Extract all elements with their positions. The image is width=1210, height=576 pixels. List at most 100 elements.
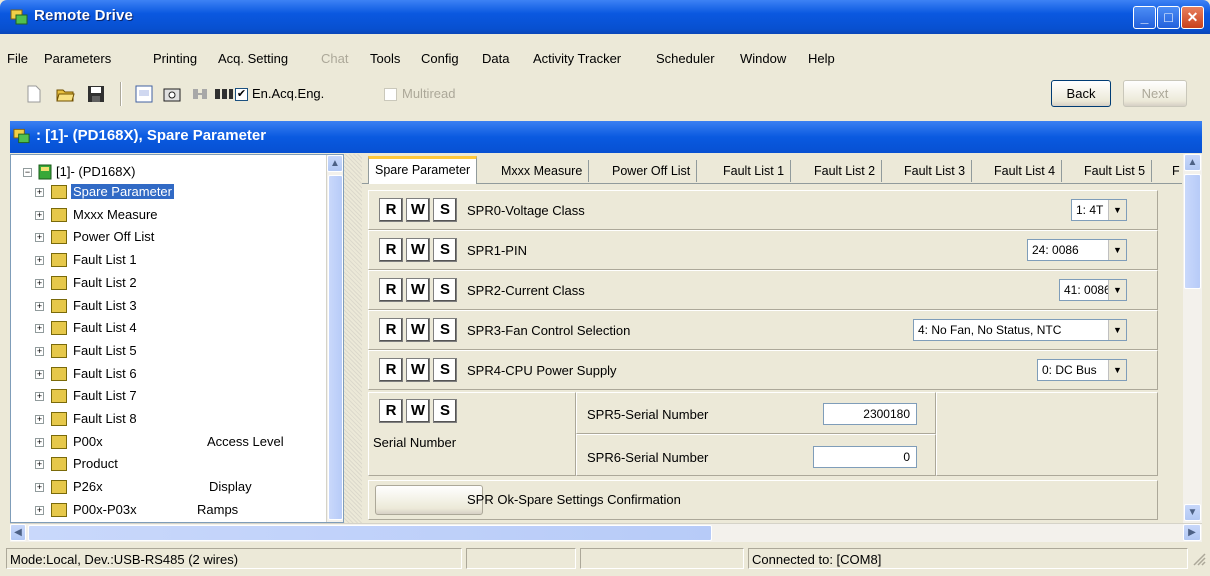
- param-row-spr4: R W S SPR4-CPU Power Supply 0: DC Bus ▼: [368, 350, 1158, 390]
- read-button[interactable]: R: [379, 358, 403, 382]
- expand-icon[interactable]: +: [35, 346, 44, 356]
- menu-scheduler[interactable]: Scheduler: [656, 51, 715, 66]
- tree-vertical-scrollbar[interactable]: ▲: [326, 155, 343, 522]
- param-select[interactable]: 41: 0086 ▼: [1059, 279, 1127, 301]
- save-button[interactable]: S: [433, 198, 457, 222]
- expand-icon[interactable]: +: [35, 256, 44, 266]
- status-connected: Connected to: [COM8]: [748, 548, 1188, 569]
- expand-icon[interactable]: +: [35, 392, 44, 402]
- minimize-button[interactable]: _: [1133, 6, 1156, 29]
- write-button[interactable]: W: [406, 358, 430, 382]
- new-file-icon[interactable]: [24, 84, 44, 104]
- main-vertical-scrollbar[interactable]: ▲ ▼: [1183, 154, 1202, 523]
- back-button[interactable]: Back: [1051, 80, 1111, 107]
- menu-acq-setting[interactable]: Acq. Setting: [218, 51, 288, 66]
- tree-item-label: Fault List 5: [73, 342, 137, 358]
- scroll-left-icon[interactable]: ◀: [10, 524, 26, 541]
- chevron-down-icon[interactable]: ▼: [1108, 200, 1126, 220]
- horizontal-scrollbar[interactable]: ◀ ▶: [10, 523, 1202, 542]
- tab-fault-list-4[interactable]: Fault List 4: [988, 160, 1063, 182]
- connect-all-icon[interactable]: [214, 84, 234, 104]
- save-button[interactable]: S: [433, 238, 457, 262]
- en-acq-eng-checkbox[interactable]: ✔: [235, 88, 248, 101]
- read-button[interactable]: R: [379, 278, 403, 302]
- scroll-thumb[interactable]: [1184, 174, 1201, 289]
- write-button[interactable]: W: [406, 198, 430, 222]
- read-button[interactable]: R: [379, 399, 403, 423]
- scroll-thumb[interactable]: [28, 525, 712, 541]
- spr5-field[interactable]: 2300180: [823, 403, 917, 425]
- chevron-down-icon[interactable]: ▼: [1108, 280, 1126, 300]
- save-disk-icon[interactable]: [86, 84, 106, 104]
- menu-help[interactable]: Help: [808, 51, 835, 66]
- connect-icon[interactable]: [190, 84, 210, 104]
- param-label: SPR0-Voltage Class: [467, 203, 585, 218]
- menu-config[interactable]: Config: [421, 51, 459, 66]
- param-row-spr1: R W S SPR1-PIN 24: 0086 ▼: [368, 230, 1158, 270]
- write-button[interactable]: W: [406, 278, 430, 302]
- expand-icon[interactable]: +: [35, 369, 44, 379]
- read-button[interactable]: R: [379, 238, 403, 262]
- chevron-down-icon[interactable]: ▼: [1108, 360, 1126, 380]
- expand-icon[interactable]: +: [35, 460, 44, 470]
- menu-activity-tracker[interactable]: Activity Tracker: [533, 51, 621, 66]
- save-button[interactable]: S: [433, 399, 457, 423]
- pane-splitter[interactable]: [344, 154, 362, 523]
- status-pane-empty-2: [580, 548, 744, 569]
- camera-icon[interactable]: [162, 84, 182, 104]
- expand-icon[interactable]: +: [35, 188, 44, 197]
- chevron-down-icon[interactable]: ▼: [1108, 320, 1126, 340]
- save-button[interactable]: S: [433, 318, 457, 342]
- tab-fault-list-3[interactable]: Fault List 3: [898, 160, 973, 182]
- scroll-down-icon[interactable]: ▼: [1184, 504, 1201, 521]
- expand-icon[interactable]: +: [35, 301, 44, 311]
- expand-icon[interactable]: +: [35, 278, 44, 288]
- tab-fault-list-5[interactable]: Fault List 5: [1078, 160, 1153, 182]
- open-folder-icon[interactable]: [55, 84, 75, 104]
- read-button[interactable]: R: [379, 318, 403, 342]
- menu-parameters[interactable]: Parameters: [44, 51, 111, 66]
- scroll-up-icon[interactable]: ▲: [327, 155, 343, 172]
- scroll-up-icon[interactable]: ▲: [1184, 154, 1201, 171]
- write-button[interactable]: W: [406, 238, 430, 262]
- write-button[interactable]: W: [406, 318, 430, 342]
- param-select[interactable]: 1: 4T ▼: [1071, 199, 1127, 221]
- tab-fault-list-1[interactable]: Fault List 1: [717, 160, 792, 182]
- spr6-field[interactable]: 0: [813, 446, 917, 468]
- multiread-label: Multiread: [402, 86, 456, 101]
- param-select[interactable]: 4: No Fan, No Status, NTC ▼: [913, 319, 1127, 341]
- param-select[interactable]: 0: DC Bus ▼: [1037, 359, 1127, 381]
- expand-icon[interactable]: +: [35, 505, 44, 515]
- expand-icon[interactable]: +: [35, 483, 44, 493]
- maximize-button[interactable]: □: [1157, 6, 1180, 29]
- menu-printing[interactable]: Printing: [153, 51, 197, 66]
- save-button[interactable]: S: [433, 358, 457, 382]
- grid-icon[interactable]: [134, 84, 154, 104]
- resize-grip-icon[interactable]: [1192, 552, 1206, 566]
- menu-window[interactable]: Window: [740, 51, 786, 66]
- child-window-titlebar[interactable]: : [1]- (PD168X), Spare Parameter: [10, 121, 1202, 153]
- menu-data[interactable]: Data: [482, 51, 509, 66]
- window-titlebar[interactable]: Remote Drive _ □ ✕: [0, 0, 1210, 34]
- expand-icon[interactable]: +: [35, 210, 44, 220]
- scroll-thumb[interactable]: [328, 175, 343, 520]
- save-button[interactable]: S: [433, 278, 457, 302]
- tab-fault-list-2[interactable]: Fault List 2: [808, 160, 883, 182]
- close-button[interactable]: ✕: [1181, 6, 1204, 29]
- expand-icon[interactable]: +: [35, 415, 44, 424]
- expand-icon[interactable]: +: [35, 437, 44, 447]
- menu-file[interactable]: File: [7, 51, 28, 66]
- tree-panel: − [1]- (PD168X) + Spare Parameter + Mxxx Me…: [10, 154, 344, 523]
- tab-mxxx-measure[interactable]: Mxxx Measure: [495, 160, 590, 182]
- read-button[interactable]: R: [379, 198, 403, 222]
- expand-icon[interactable]: +: [35, 233, 44, 243]
- tab-power-off-list[interactable]: Power Off List: [606, 160, 698, 182]
- tab-spare-parameter[interactable]: Spare Parameter: [368, 156, 478, 184]
- scroll-right-icon[interactable]: ▶: [1183, 524, 1201, 541]
- param-select[interactable]: 24: 0086 ▼: [1027, 239, 1127, 261]
- write-button[interactable]: W: [406, 399, 430, 423]
- expand-icon[interactable]: +: [35, 324, 44, 334]
- collapse-icon[interactable]: −: [23, 168, 32, 177]
- menu-tools[interactable]: Tools: [370, 51, 400, 66]
- chevron-down-icon[interactable]: ▼: [1108, 240, 1126, 260]
